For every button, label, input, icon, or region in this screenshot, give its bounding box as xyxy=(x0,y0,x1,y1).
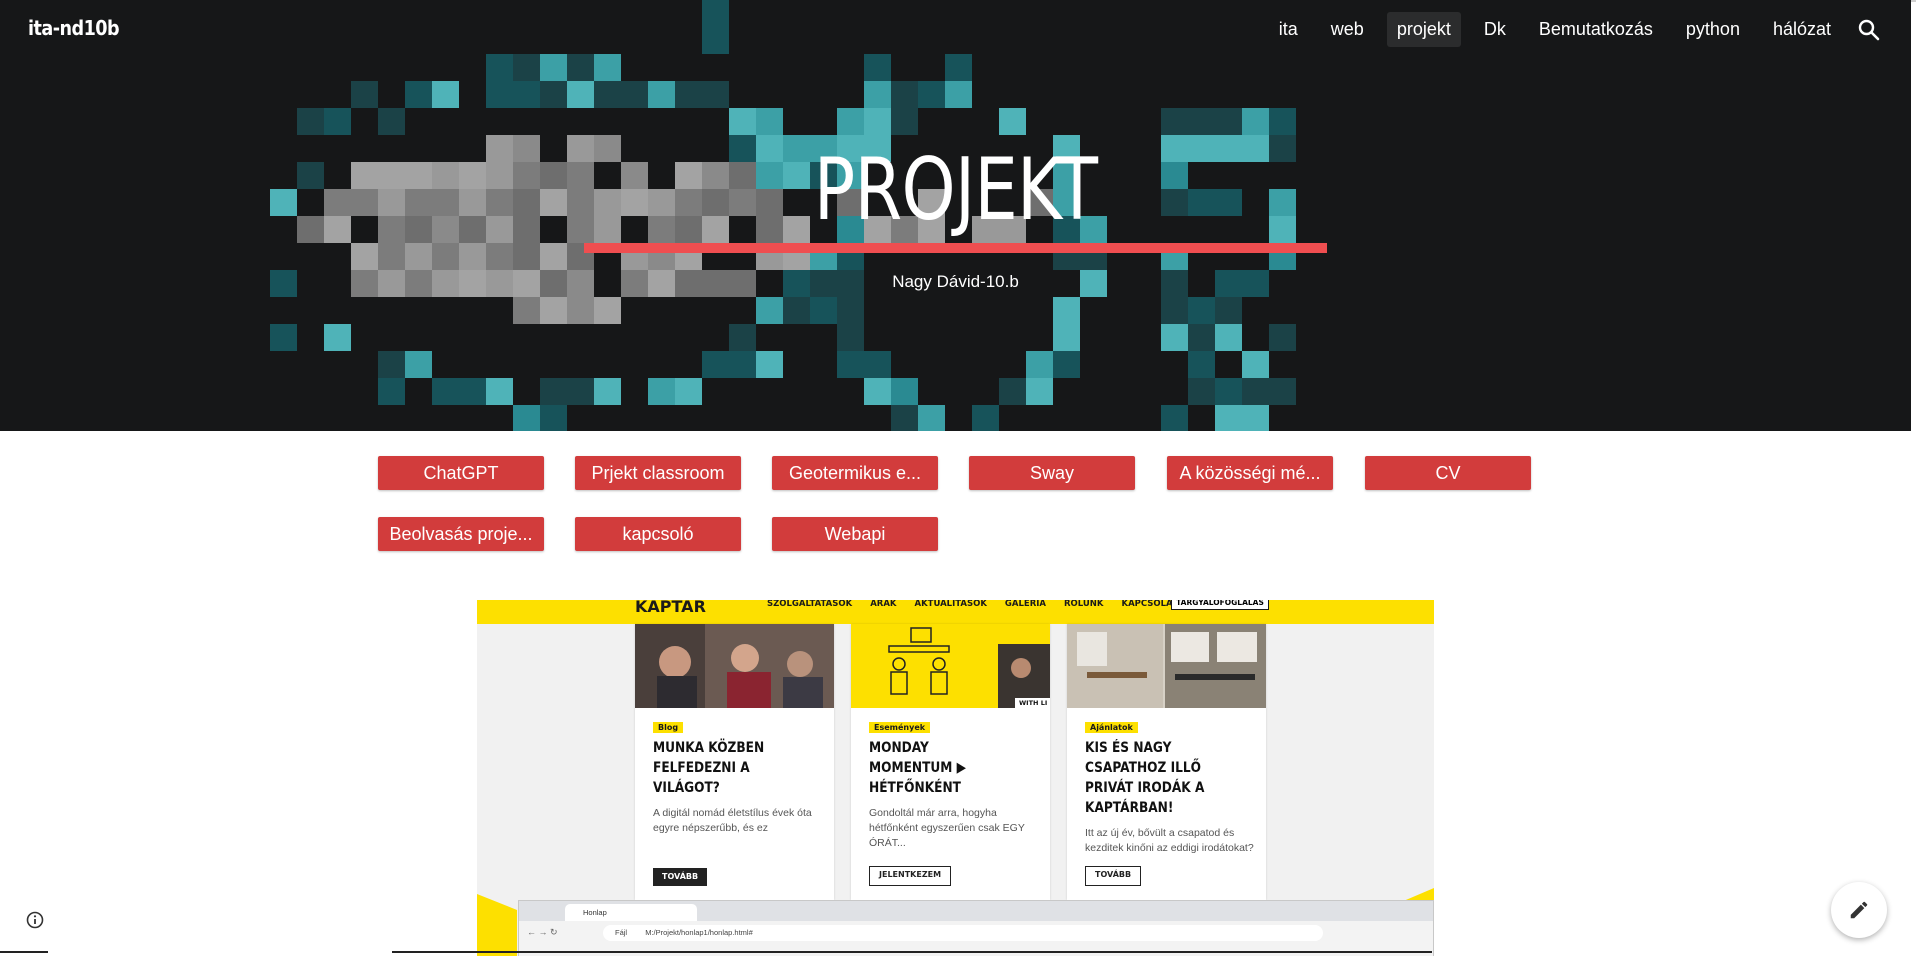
link-button-beolvasas[interactable]: Beolvasás proje... xyxy=(378,517,544,551)
page-bottom-line xyxy=(392,951,1432,953)
embed-nav-link: KAPCSOLAT xyxy=(1121,600,1178,609)
embed-card-events: WITH LI Események MONDAY MOMENTUM ▶ HÉTF… xyxy=(851,624,1050,900)
embed-browser-nav-icons: ← → ↻ xyxy=(527,927,558,937)
title-accent-rule xyxy=(584,243,1327,253)
embed-card-photo xyxy=(1067,624,1266,708)
page-subtitle: Nagy Dávid-10.b xyxy=(892,272,1019,291)
nav-item-projekt[interactable]: projekt xyxy=(1386,12,1461,47)
site-title[interactable]: ita-nd10b xyxy=(28,16,120,40)
embed-nav-link: AKTUALITÁSOK xyxy=(914,600,987,609)
link-button-webapi[interactable]: Webapi xyxy=(772,517,938,551)
embed-browser-tabstrip: Honlap xyxy=(519,901,1433,921)
embed-card-offers: Ajánlatok KIS ÉS NAGY CSAPATHOZ ILLŐ PRI… xyxy=(1067,624,1266,900)
embed-card-photo xyxy=(635,624,834,708)
nav-item-ita[interactable]: ita xyxy=(1269,12,1308,47)
link-button-cv[interactable]: CV xyxy=(1365,456,1531,490)
embed-browser-tab: Honlap xyxy=(565,904,697,921)
embed-browser-address-prefix: Fájl xyxy=(615,928,628,937)
embed-booking-button: TÁRGYALÓFOGLALÁS xyxy=(1171,600,1269,610)
embed-site-nav: KAPTÁR SZOLGÁLTATÁSOK ÁRAK AKTUALITÁSOK … xyxy=(477,600,1434,624)
embed-card-tag: Blog xyxy=(653,722,684,733)
embed-card-tag: Események xyxy=(869,722,931,733)
page-bottom-line xyxy=(0,951,48,953)
main-nav: ita web projekt Dk Bemutatkozás python h… xyxy=(1256,12,1881,47)
embed-nav-link: SZOLGÁLTATÁSOK xyxy=(767,600,853,609)
edit-button[interactable] xyxy=(1831,882,1887,938)
hero-banner: ita-nd10b ita web projekt Dk Bemutatkozá… xyxy=(0,0,1911,431)
embed-card-text: Itt az új év, bővült a csapatod és kezdi… xyxy=(1085,827,1254,854)
embed-nav-link: ÁRAK xyxy=(870,600,897,609)
embed-card-text: A digitál nomád életstílus évek óta egyr… xyxy=(653,807,812,834)
search-icon[interactable] xyxy=(1857,18,1881,42)
embed-nav-link: RÓLUNK xyxy=(1064,600,1104,609)
pencil-icon xyxy=(1850,901,1868,919)
embed-card-title: MONDAY MOMENTUM ▶ HÉTFŐNKÉNT xyxy=(869,740,967,796)
embed-image-caption: WITH LI xyxy=(1019,699,1048,707)
info-icon[interactable] xyxy=(25,910,45,930)
embed-card-title: KIS ÉS NAGY CSAPATHOZ ILLŐ PRIVÁT IRODÁK… xyxy=(1085,740,1205,816)
nav-item-python[interactable]: python xyxy=(1676,12,1750,47)
embed-nav-links: SZOLGÁLTATÁSOK ÁRAK AKTUALITÁSOK GALÉRIA… xyxy=(767,600,1178,608)
embed-card-blog: Blog MUNKA KÖZBEN FELFEDEZNI A VILÁGOT? … xyxy=(635,624,834,900)
link-button-kozossegi-media[interactable]: A közösségi mé... xyxy=(1167,456,1333,490)
page-title: PROJEKT xyxy=(813,140,1098,240)
nav-item-dk[interactable]: Dk xyxy=(1474,12,1516,47)
top-navigation-bar: ita-nd10b ita web projekt Dk Bemutatkozá… xyxy=(0,0,1911,60)
embedded-screenshot: KAPTÁR SZOLGÁLTATÁSOK ÁRAK AKTUALITÁSOK … xyxy=(477,600,1434,956)
embed-browser-window: Honlap ← → ↻ Fájl M:/Projekt/honlap1/hon… xyxy=(518,900,1434,956)
embed-card-tag: Ajánlatok xyxy=(1085,722,1138,733)
link-button-geotermikus[interactable]: Geotermikus e... xyxy=(772,456,938,490)
link-button-prjekt-classroom[interactable]: Prjekt classroom xyxy=(575,456,741,490)
nav-item-bemutatkozas[interactable]: Bemutatkozás xyxy=(1529,12,1663,47)
embed-card-text: Gondoltál már arra, hogyha hétfőnként eg… xyxy=(869,807,1025,849)
embed-browser-address-bar: Fájl M:/Projekt/honlap1/honlap.html# xyxy=(603,925,1323,941)
embed-browser-address: M:/Projekt/honlap1/honlap.html# xyxy=(645,928,753,937)
nav-item-web[interactable]: web xyxy=(1321,12,1374,47)
embed-card-illustration xyxy=(851,624,1050,708)
link-button-chatgpt[interactable]: ChatGPT xyxy=(378,456,544,490)
embed-card-title: MUNKA KÖZBEN FELFEDEZNI A VILÁGOT? xyxy=(653,740,765,796)
link-button-kapcsolo[interactable]: kapcsoló xyxy=(575,517,741,551)
nav-item-halozat[interactable]: hálózat xyxy=(1763,12,1841,47)
embed-nav-link: GALÉRIA xyxy=(1004,600,1046,609)
embed-logo: KAPTÁR xyxy=(635,600,706,616)
link-button-sway[interactable]: Sway xyxy=(969,456,1135,490)
